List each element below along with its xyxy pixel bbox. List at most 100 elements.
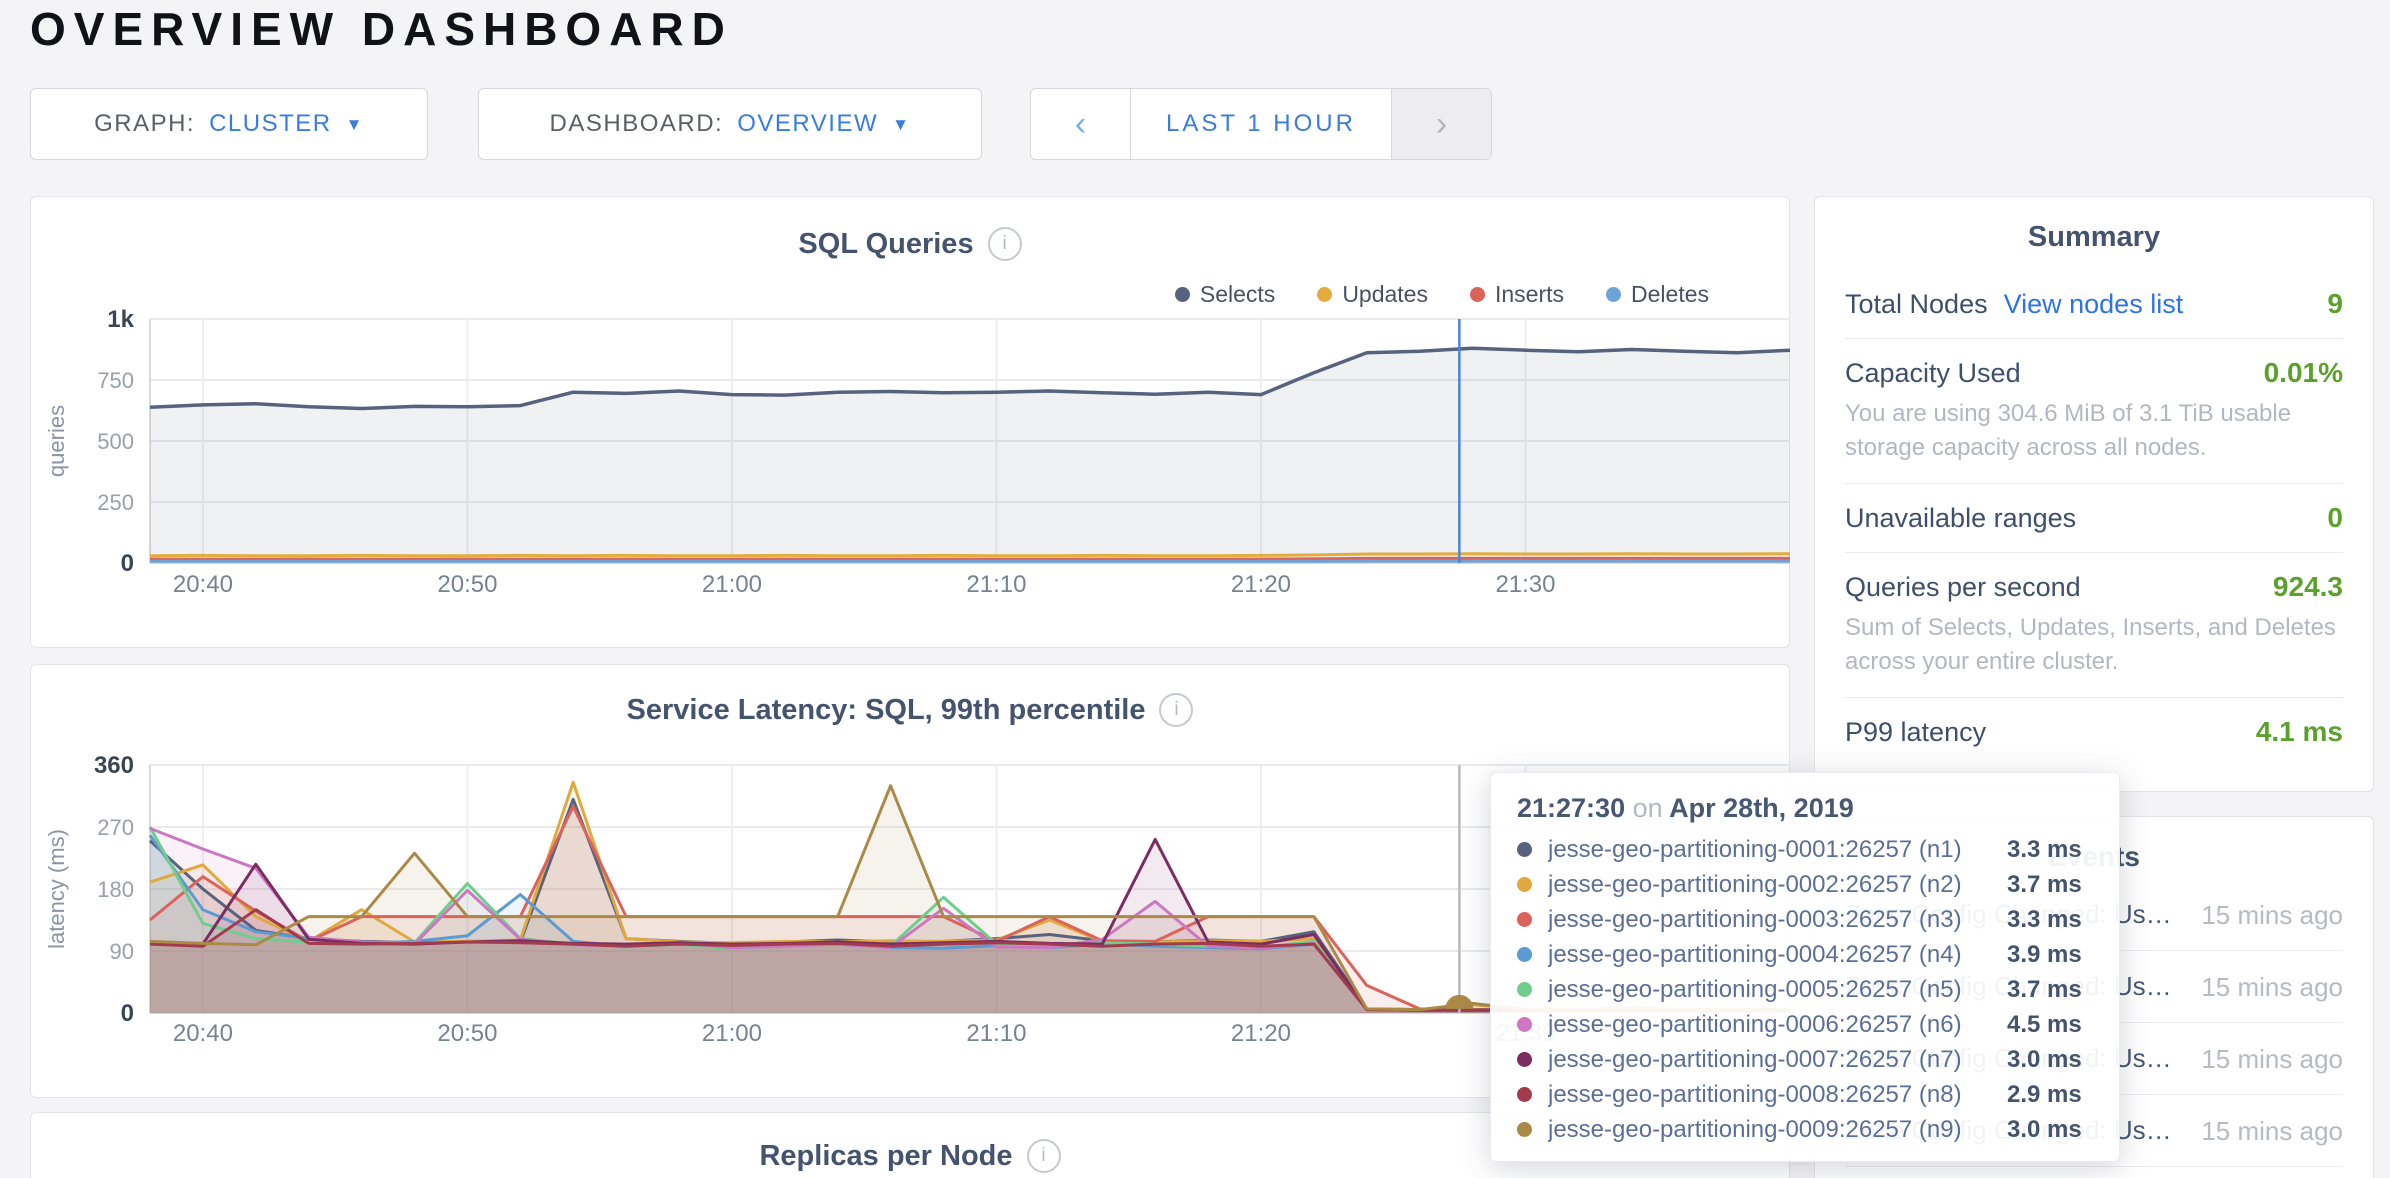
qps-label: Queries per second bbox=[1845, 572, 2081, 603]
tooltip-row: jesse-geo-partitioning-0008:26257 (n8)2.… bbox=[1517, 1077, 2093, 1112]
qps-description: Sum of Selects, Updates, Inserts, and De… bbox=[1845, 611, 2343, 679]
p99-latency-label: P99 latency bbox=[1845, 717, 1986, 748]
tooltip-row: jesse-geo-partitioning-0001:26257 (n1)3.… bbox=[1517, 832, 2093, 867]
event-timestamp: 15 mins ago bbox=[2193, 1042, 2343, 1076]
total-nodes-value: 9 bbox=[2327, 288, 2343, 320]
overview-dashboard-page: OVERVIEW DASHBOARD GRAPH: CLUSTER ▼ DASH… bbox=[0, 0, 2390, 1178]
total-nodes-label: Total Nodes bbox=[1845, 289, 1988, 320]
tooltip-rows: jesse-geo-partitioning-0001:26257 (n1)3.… bbox=[1517, 832, 2093, 1147]
tooltip-node-value: 3.7 ms bbox=[2007, 976, 2093, 1004]
event-timestamp: 15 mins ago bbox=[2193, 970, 2343, 1004]
tooltip-node-name: jesse-geo-partitioning-0006:26257 (n6) bbox=[1548, 1011, 2007, 1039]
dashboard-dropdown-label: DASHBOARD: bbox=[550, 110, 724, 138]
replicas-per-node-title: Replicas per Node bbox=[759, 1140, 1012, 1173]
series-dot-icon bbox=[1517, 912, 1532, 927]
dashboard-dropdown[interactable]: DASHBOARD: OVERVIEW ▼ bbox=[478, 88, 982, 160]
dashboard-dropdown-value: OVERVIEW bbox=[737, 110, 878, 138]
tooltip-node-name: jesse-geo-partitioning-0004:26257 (n4) bbox=[1548, 941, 2007, 969]
graph-dropdown-label: GRAPH: bbox=[94, 110, 195, 138]
legend-item-inserts[interactable]: Inserts bbox=[1470, 281, 1564, 308]
tooltip-node-value: 3.0 ms bbox=[2007, 1116, 2093, 1144]
tooltip-row: jesse-geo-partitioning-0003:26257 (n3)3.… bbox=[1517, 902, 2093, 937]
tooltip-node-name: jesse-geo-partitioning-0005:26257 (n5) bbox=[1548, 976, 2007, 1004]
chevron-down-icon: ▼ bbox=[346, 115, 364, 135]
legend-label: Deletes bbox=[1631, 281, 1709, 308]
event-timestamp: 15 mins ago bbox=[2193, 898, 2343, 932]
legend-item-deletes[interactable]: Deletes bbox=[1606, 281, 1709, 308]
legend-item-updates[interactable]: Updates bbox=[1317, 281, 1428, 308]
series-dot-icon bbox=[1517, 982, 1532, 997]
p99-latency-value: 4.1 ms bbox=[2256, 716, 2343, 748]
capacity-used-description: You are using 304.6 MiB of 3.1 TiB usabl… bbox=[1845, 397, 2343, 465]
page-title: OVERVIEW DASHBOARD bbox=[30, 2, 733, 56]
time-range-selector: ‹ LAST 1 HOUR › bbox=[1030, 88, 1492, 160]
view-nodes-list-link[interactable]: View nodes list bbox=[2004, 289, 2184, 320]
chart-legend: Selects Updates Inserts Deletes bbox=[1175, 281, 1709, 308]
tooltip-node-name: jesse-geo-partitioning-0001:26257 (n1) bbox=[1548, 836, 2007, 864]
tooltip-node-value: 4.5 ms bbox=[2007, 1011, 2093, 1039]
tooltip-row: jesse-geo-partitioning-0006:26257 (n6)4.… bbox=[1517, 1007, 2093, 1042]
summary-row-p99: P99 latency 4.1 ms bbox=[1845, 698, 2343, 766]
series-dot-icon bbox=[1517, 1122, 1532, 1137]
time-range-label[interactable]: LAST 1 HOUR bbox=[1131, 89, 1391, 159]
series-dot-icon bbox=[1517, 1087, 1532, 1102]
series-dot-icon bbox=[1470, 287, 1485, 302]
series-dot-icon bbox=[1517, 1017, 1532, 1032]
tooltip-node-name: jesse-geo-partitioning-0008:26257 (n8) bbox=[1548, 1081, 2007, 1109]
tooltip-node-value: 3.0 ms bbox=[2007, 1046, 2093, 1074]
legend-label: Selects bbox=[1200, 281, 1275, 308]
summary-title: Summary bbox=[1845, 197, 2343, 270]
series-dot-icon bbox=[1517, 877, 1532, 892]
capacity-used-label: Capacity Used bbox=[1845, 358, 2021, 389]
tooltip-node-name: jesse-geo-partitioning-0003:26257 (n3) bbox=[1548, 906, 2007, 934]
info-icon[interactable]: i bbox=[1027, 1139, 1061, 1173]
tooltip-node-value: 3.3 ms bbox=[2007, 836, 2093, 864]
tooltip-row: jesse-geo-partitioning-0005:26257 (n5)3.… bbox=[1517, 972, 2093, 1007]
event-timestamp: 15 mins ago bbox=[2193, 1114, 2343, 1148]
summary-row-qps: Queries per second 924.3 Sum of Selects,… bbox=[1845, 553, 2343, 698]
unavailable-ranges-label: Unavailable ranges bbox=[1845, 503, 2076, 534]
info-icon[interactable]: i bbox=[1159, 693, 1193, 727]
info-icon[interactable]: i bbox=[988, 227, 1022, 261]
unavailable-ranges-value: 0 bbox=[2327, 502, 2343, 534]
tooltip-header: 21:27:30 on Apr 28th, 2019 bbox=[1517, 793, 2093, 824]
series-dot-icon bbox=[1517, 1052, 1532, 1067]
legend-label: Updates bbox=[1342, 281, 1428, 308]
series-dot-icon bbox=[1175, 287, 1190, 302]
tooltip-row: jesse-geo-partitioning-0009:26257 (n9)3.… bbox=[1517, 1112, 2093, 1147]
time-prev-button[interactable]: ‹ bbox=[1031, 89, 1131, 159]
tooltip-conjunction: on bbox=[1633, 793, 1663, 823]
series-dot-icon bbox=[1317, 287, 1332, 302]
series-dot-icon bbox=[1517, 842, 1532, 857]
series-dot-icon bbox=[1606, 287, 1621, 302]
tooltip-row: jesse-geo-partitioning-0002:26257 (n2)3.… bbox=[1517, 867, 2093, 902]
summary-panel: Summary Total Nodes View nodes list 9 Ca… bbox=[1814, 196, 2374, 792]
service-latency-title: Service Latency: SQL, 99th percentile bbox=[627, 694, 1146, 727]
chevron-down-icon: ▼ bbox=[892, 115, 910, 135]
tooltip-row: jesse-geo-partitioning-0007:26257 (n7)3.… bbox=[1517, 1042, 2093, 1077]
chevron-left-icon: ‹ bbox=[1075, 105, 1086, 143]
tooltip-node-name: jesse-geo-partitioning-0007:26257 (n7) bbox=[1548, 1046, 2007, 1074]
series-dot-icon bbox=[1517, 947, 1532, 962]
tooltip-date: Apr 28th, 2019 bbox=[1669, 793, 1854, 823]
tooltip-node-value: 2.9 ms bbox=[2007, 1081, 2093, 1109]
chevron-right-icon: › bbox=[1436, 105, 1447, 143]
chart-hover-tooltip: 21:27:30 on Apr 28th, 2019 jesse-geo-par… bbox=[1490, 772, 2120, 1162]
tooltip-node-name: jesse-geo-partitioning-0009:26257 (n9) bbox=[1548, 1116, 2007, 1144]
capacity-used-value: 0.01% bbox=[2264, 357, 2343, 389]
tooltip-node-value: 3.7 ms bbox=[2007, 871, 2093, 899]
graph-dropdown-value: CLUSTER bbox=[209, 110, 332, 138]
time-next-button[interactable]: › bbox=[1391, 89, 1491, 159]
tooltip-node-name: jesse-geo-partitioning-0002:26257 (n2) bbox=[1548, 871, 2007, 899]
summary-row-total-nodes: Total Nodes View nodes list 9 bbox=[1845, 270, 2343, 339]
summary-row-capacity: Capacity Used 0.01% You are using 304.6 … bbox=[1845, 339, 2343, 484]
summary-row-unavailable-ranges: Unavailable ranges 0 bbox=[1845, 484, 2343, 553]
legend-item-selects[interactable]: Selects bbox=[1175, 281, 1275, 308]
tooltip-node-value: 3.9 ms bbox=[2007, 941, 2093, 969]
graph-dropdown[interactable]: GRAPH: CLUSTER ▼ bbox=[30, 88, 428, 160]
qps-value: 924.3 bbox=[2273, 571, 2343, 603]
legend-label: Inserts bbox=[1495, 281, 1564, 308]
tooltip-time: 21:27:30 bbox=[1517, 793, 1625, 823]
tooltip-row: jesse-geo-partitioning-0004:26257 (n4)3.… bbox=[1517, 937, 2093, 972]
sql-queries-panel: SQL Queries i Selects Updates Inserts De… bbox=[30, 196, 1790, 648]
